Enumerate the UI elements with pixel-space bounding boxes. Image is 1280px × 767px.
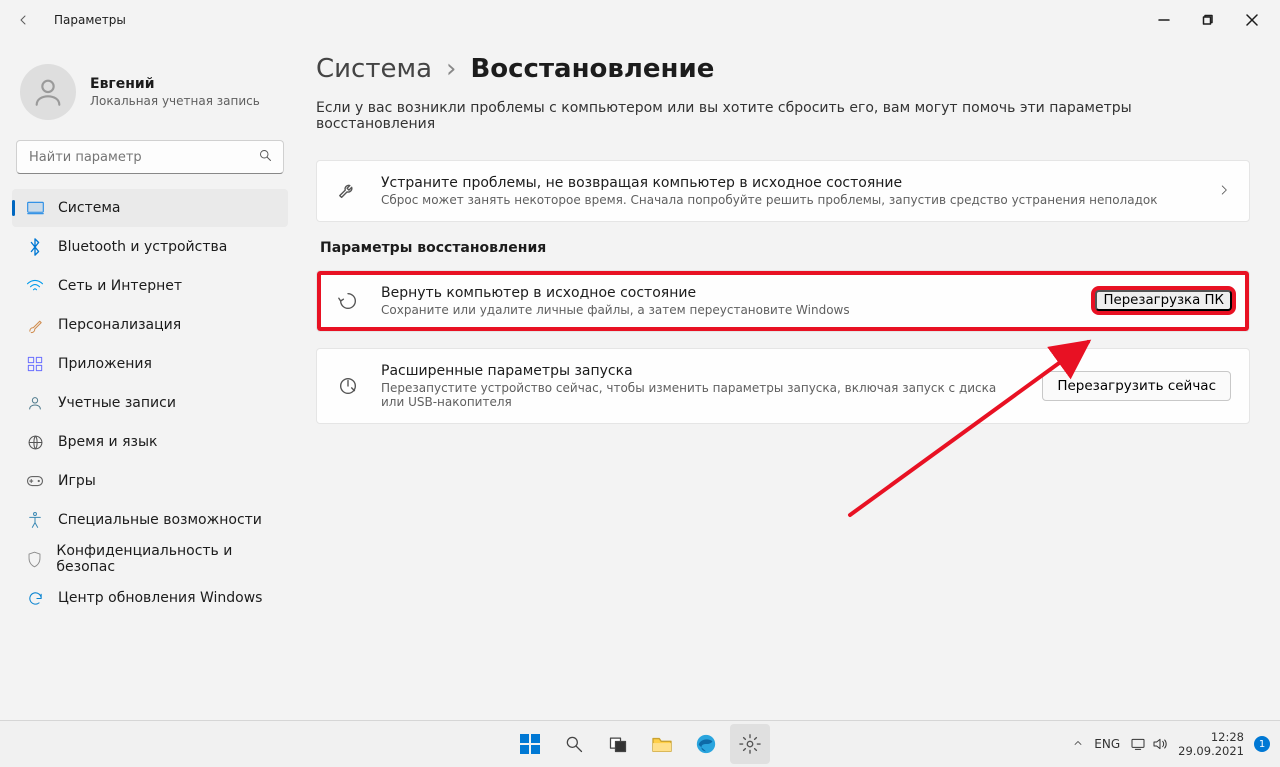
breadcrumb-parent[interactable]: Система <box>316 54 432 84</box>
window-title: Параметры <box>54 13 126 27</box>
globe-icon <box>26 433 44 451</box>
file-explorer-icon[interactable] <box>642 724 682 764</box>
maximize-button[interactable] <box>1186 3 1230 37</box>
sidebar-item-label: Сеть и Интернет <box>58 278 182 294</box>
sidebar-item-label: Игры <box>58 473 96 489</box>
shield-icon <box>26 550 42 568</box>
nav-list: Система Bluetooth и устройства Сеть и Ин… <box>8 188 292 618</box>
minimize-button[interactable] <box>1142 3 1186 37</box>
sidebar-item-apps[interactable]: Приложения <box>12 345 288 383</box>
close-button[interactable] <box>1230 3 1274 37</box>
profile-name: Евгений <box>90 76 260 92</box>
sidebar-item-personalization[interactable]: Персонализация <box>12 306 288 344</box>
taskbar: ENG 12:28 29.09.2021 1 <box>0 720 1280 767</box>
task-view-icon[interactable] <box>598 724 638 764</box>
sidebar-item-privacy[interactable]: Конфиденциальность и безопас <box>12 540 288 578</box>
start-button[interactable] <box>510 724 550 764</box>
sidebar-item-network[interactable]: Сеть и Интернет <box>12 267 288 305</box>
card-advanced-sub: Перезапустите устройство сейчас, чтобы и… <box>381 381 1022 409</box>
tray-clock[interactable]: 12:28 29.09.2021 <box>1178 730 1244 759</box>
sidebar-item-windows-update[interactable]: Центр обновления Windows <box>12 579 288 617</box>
sidebar-item-time-language[interactable]: Время и язык <box>12 423 288 461</box>
intro-text: Если у вас возникли проблемы с компьютер… <box>316 100 1250 132</box>
section-recovery-title: Параметры восстановления <box>320 240 1250 256</box>
chevron-right-icon <box>1217 182 1231 201</box>
titlebar: Параметры <box>0 0 1280 40</box>
sidebar-item-label: Bluetooth и устройства <box>58 239 227 255</box>
system-icon <box>26 199 44 217</box>
sidebar-item-label: Система <box>58 200 120 216</box>
accessibility-icon <box>26 511 44 529</box>
apps-icon <box>26 355 44 373</box>
tray-volume-icon <box>1152 737 1168 751</box>
gamepad-icon <box>26 472 44 490</box>
sidebar-item-label: Конфиденциальность и безопас <box>56 543 274 575</box>
restart-now-button[interactable]: Перезагрузить сейчас <box>1042 371 1231 401</box>
sidebar-item-accounts[interactable]: Учетные записи <box>12 384 288 422</box>
wrench-icon <box>335 180 361 202</box>
card-troubleshoot-sub: Сброс может занять некоторое время. Снач… <box>381 193 1197 207</box>
sidebar-item-accessibility[interactable]: Специальные возможности <box>12 501 288 539</box>
tray-notification-badge[interactable]: 1 <box>1254 736 1270 752</box>
taskbar-search-icon[interactable] <box>554 724 594 764</box>
tray-network-sound[interactable] <box>1130 737 1168 751</box>
card-troubleshoot-title: Устраните проблемы, не возвращая компьют… <box>381 175 1197 191</box>
breadcrumb-separator: › <box>446 54 456 84</box>
search-input[interactable] <box>27 149 258 166</box>
sidebar-item-gaming[interactable]: Игры <box>12 462 288 500</box>
tray-chevron-icon[interactable] <box>1072 737 1084 752</box>
person-icon <box>26 394 44 412</box>
sidebar-item-system[interactable]: Система <box>12 189 288 227</box>
search-icon <box>258 148 273 167</box>
reset-pc-button[interactable]: Перезагрузка ПК <box>1095 290 1232 311</box>
power-advanced-icon <box>335 375 361 397</box>
sidebar-item-label: Приложения <box>58 356 152 372</box>
card-advanced-title: Расширенные параметры запуска <box>381 363 1022 379</box>
tray-time: 12:28 <box>1178 730 1244 744</box>
settings-app-icon[interactable] <box>730 724 770 764</box>
search-box[interactable] <box>16 140 284 174</box>
avatar <box>20 64 76 120</box>
tray-date: 29.09.2021 <box>1178 744 1244 758</box>
profile-block[interactable]: Евгений Локальная учетная запись <box>8 56 292 138</box>
reset-icon <box>335 290 361 312</box>
sidebar-item-label: Учетные записи <box>58 395 176 411</box>
update-icon <box>26 589 44 607</box>
tray-language[interactable]: ENG <box>1094 737 1120 751</box>
breadcrumb-current: Восстановление <box>470 54 714 84</box>
edge-icon[interactable] <box>686 724 726 764</box>
sidebar-item-label: Время и язык <box>58 434 157 450</box>
back-button[interactable] <box>6 3 40 37</box>
card-troubleshoot[interactable]: Устраните проблемы, не возвращая компьют… <box>316 160 1250 222</box>
sidebar-item-label: Центр обновления Windows <box>58 590 262 606</box>
sidebar-item-bluetooth[interactable]: Bluetooth и устройства <box>12 228 288 266</box>
sidebar-item-label: Персонализация <box>58 317 181 333</box>
brush-icon <box>26 316 44 334</box>
sidebar: Евгений Локальная учетная запись Система… <box>0 40 300 720</box>
profile-subtitle: Локальная учетная запись <box>90 94 260 108</box>
card-advanced-startup: Расширенные параметры запуска Перезапуст… <box>316 348 1250 424</box>
content-area: Система › Восстановление Если у вас возн… <box>300 40 1280 720</box>
card-reset-title: Вернуть компьютер в исходное состояние <box>381 285 1079 301</box>
tray-network-icon <box>1130 737 1146 751</box>
breadcrumb: Система › Восстановление <box>316 54 1250 84</box>
wifi-icon <box>26 277 44 295</box>
sidebar-item-label: Специальные возможности <box>58 512 262 528</box>
bluetooth-icon <box>26 238 44 256</box>
card-reset-sub: Сохраните или удалите личные файлы, а за… <box>381 303 1079 317</box>
